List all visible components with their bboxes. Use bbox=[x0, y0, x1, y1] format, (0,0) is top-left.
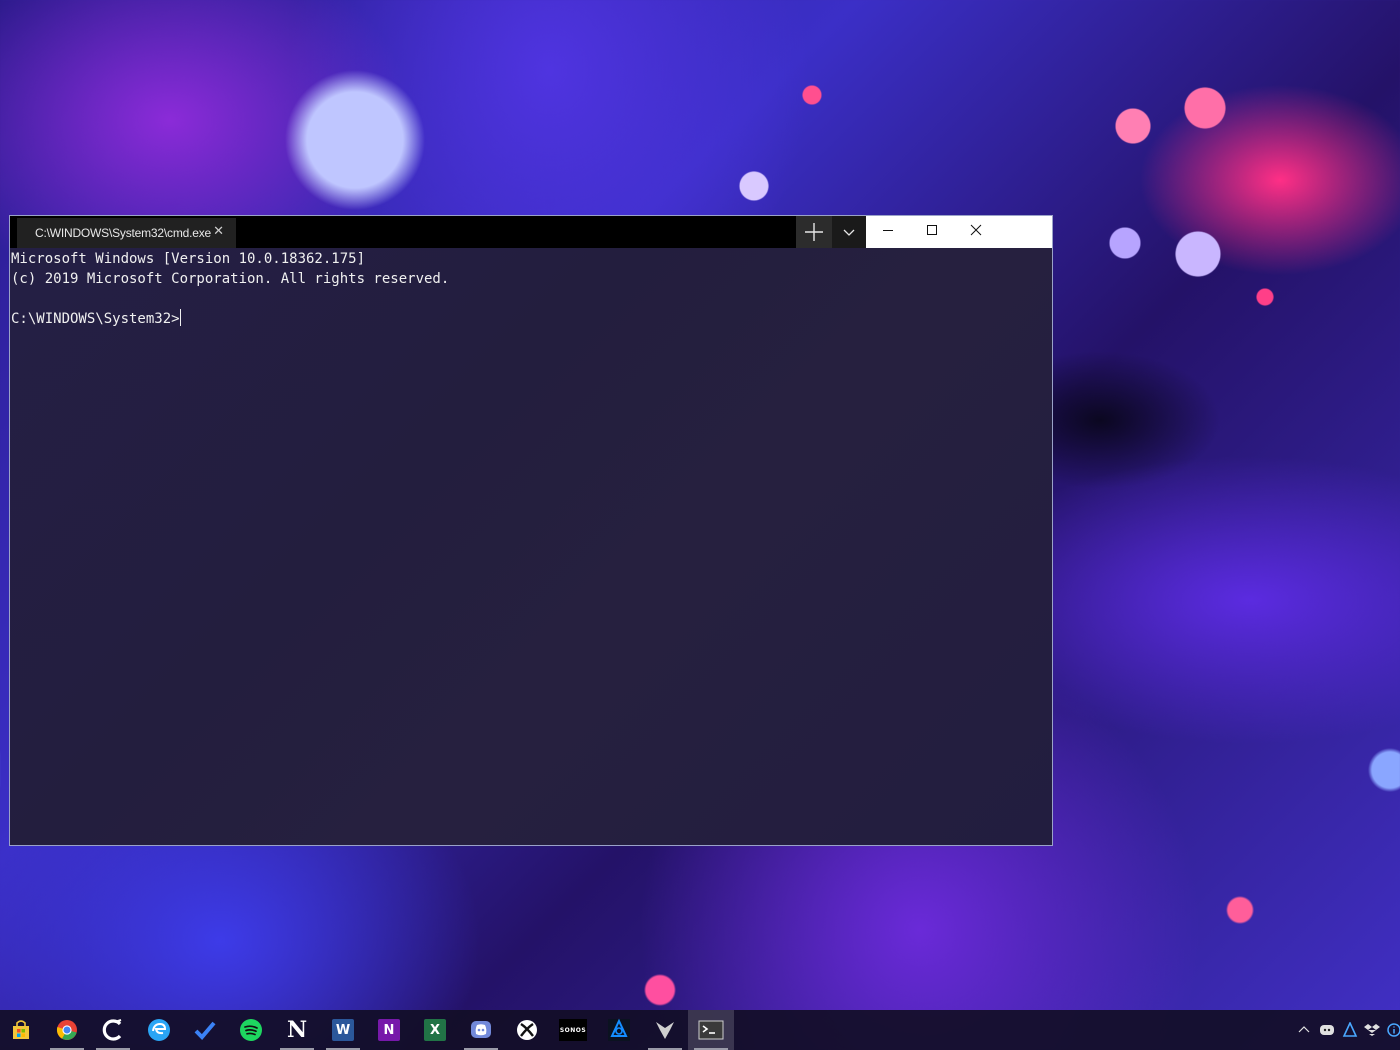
taskbar-excel[interactable]: X bbox=[412, 1010, 458, 1050]
tab-title: C:\WINDOWS\System32\cmd.exe bbox=[35, 226, 211, 240]
new-tab-button[interactable] bbox=[796, 216, 832, 248]
taskbar-discord[interactable] bbox=[458, 1010, 504, 1050]
close-button[interactable] bbox=[954, 216, 998, 244]
tray-dropbox[interactable] bbox=[1361, 1010, 1383, 1050]
excel-icon: X bbox=[424, 1019, 446, 1041]
info-tray-icon bbox=[1387, 1023, 1400, 1037]
taskbar-store[interactable] bbox=[0, 1010, 44, 1050]
taskbar-spotify[interactable] bbox=[228, 1010, 274, 1050]
taskbar-onenote[interactable]: N bbox=[366, 1010, 412, 1050]
tab-cmd[interactable]: C:\WINDOWS\System32\cmd.exe ✕ bbox=[17, 218, 236, 248]
maximize-icon bbox=[927, 225, 937, 235]
console-line: Microsoft Windows [Version 10.0.18362.17… bbox=[11, 251, 366, 267]
taskbar-ccleaner[interactable] bbox=[90, 1010, 136, 1050]
title-bar[interactable]: C:\WINDOWS\System32\cmd.exe ✕ bbox=[10, 216, 1052, 248]
taskbar-sonos[interactable]: SONOS bbox=[550, 1010, 596, 1050]
taskbar-word[interactable]: W bbox=[320, 1010, 366, 1050]
prompt-text: C:\WINDOWS\System32> bbox=[11, 311, 180, 327]
notion-icon: N bbox=[286, 1017, 308, 1043]
discord-tray-icon bbox=[1320, 1025, 1334, 1035]
show-hidden-icons-button[interactable] bbox=[1293, 1010, 1315, 1050]
tray-discord[interactable] bbox=[1316, 1010, 1338, 1050]
text-cursor bbox=[179, 309, 181, 326]
taskbar-chrome[interactable] bbox=[44, 1010, 90, 1050]
minimize-icon bbox=[883, 230, 893, 231]
dropbox-tray-icon bbox=[1364, 1024, 1380, 1036]
window-controls bbox=[866, 216, 1052, 248]
onenote-icon: N bbox=[378, 1019, 400, 1041]
terminal-window[interactable]: C:\WINDOWS\System32\cmd.exe ✕ Microsoft … bbox=[9, 215, 1053, 846]
terminal-icon bbox=[698, 1020, 724, 1040]
taskbar-terminal[interactable] bbox=[688, 1010, 734, 1050]
xbox-icon bbox=[517, 1020, 537, 1040]
sonos-icon: SONOS bbox=[559, 1019, 587, 1041]
network-tray-icon bbox=[1342, 1022, 1358, 1037]
discord-icon bbox=[471, 1021, 491, 1038]
taskbar-destiny[interactable] bbox=[642, 1010, 688, 1050]
todo-icon bbox=[194, 1021, 216, 1040]
word-icon: W bbox=[332, 1019, 354, 1041]
edge-insider-icon bbox=[148, 1019, 170, 1041]
close-icon bbox=[970, 224, 982, 236]
taskbar-notion[interactable]: N bbox=[274, 1010, 320, 1050]
taskbar-xbox[interactable] bbox=[504, 1010, 550, 1050]
tray-network[interactable] bbox=[1339, 1010, 1361, 1050]
tab-strip: C:\WINDOWS\System32\cmd.exe ✕ bbox=[10, 216, 866, 248]
spotify-icon bbox=[240, 1019, 262, 1041]
ccleaner-icon bbox=[102, 1019, 122, 1041]
battle-net-icon bbox=[608, 1018, 630, 1041]
tab-dropdown-button[interactable] bbox=[832, 216, 866, 248]
tray-info[interactable] bbox=[1383, 1010, 1400, 1050]
chevron-down-icon bbox=[843, 229, 855, 236]
chrome-icon bbox=[56, 1020, 77, 1040]
console-output[interactable]: Microsoft Windows [Version 10.0.18362.17… bbox=[10, 248, 1052, 845]
chevron-up-icon bbox=[1298, 1026, 1310, 1033]
minimize-button[interactable] bbox=[866, 216, 910, 244]
taskbar-battlenet[interactable] bbox=[596, 1010, 642, 1050]
maximize-button[interactable] bbox=[910, 216, 954, 244]
destiny-icon bbox=[656, 1022, 674, 1039]
taskbar-todo[interactable] bbox=[182, 1010, 228, 1050]
console-line: (c) 2019 Microsoft Corporation. All righ… bbox=[11, 271, 450, 287]
plus-icon bbox=[805, 223, 823, 241]
microsoft-store-icon bbox=[13, 1020, 29, 1039]
taskbar-edge[interactable] bbox=[136, 1010, 182, 1050]
taskbar: N W N X SONOS bbox=[0, 1010, 1400, 1050]
prompt-line[interactable]: C:\WINDOWS\System32> bbox=[11, 309, 1052, 329]
tab-close-icon[interactable]: ✕ bbox=[213, 225, 224, 239]
